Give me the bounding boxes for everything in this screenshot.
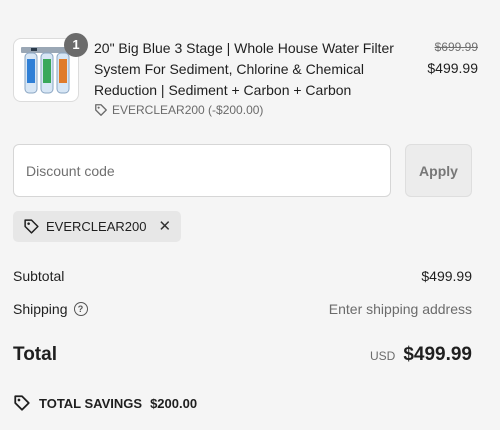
product-discount-line: EVERCLEAR200 (-$200.00) bbox=[94, 103, 263, 117]
apply-button[interactable]: Apply bbox=[405, 144, 472, 197]
applied-discount-code: EVERCLEAR200 bbox=[46, 219, 147, 234]
shipping-row: Shipping ? Enter shipping address bbox=[13, 301, 472, 317]
currency-code: USD bbox=[369, 349, 396, 363]
product-discount-text: EVERCLEAR200 (-$200.00) bbox=[112, 103, 264, 117]
total-savings: TOTAL SAVINGS $200.00 bbox=[13, 394, 197, 412]
line-price: $499.99 bbox=[427, 60, 478, 76]
shipping-label: Shipping bbox=[13, 301, 68, 317]
total-amount: $499.99 bbox=[403, 344, 472, 365]
subtotal-row: Subtotal $499.99 bbox=[13, 268, 472, 284]
discount-form: Apply bbox=[13, 144, 472, 197]
quantity-badge: 1 bbox=[64, 33, 88, 57]
help-icon[interactable]: ? bbox=[73, 302, 88, 316]
subtotal-label: Subtotal bbox=[13, 268, 65, 284]
subtotal-value: $499.99 bbox=[421, 268, 472, 284]
savings-label: TOTAL SAVINGS bbox=[39, 395, 143, 411]
total-value-group: USD $499.99 bbox=[370, 344, 472, 366]
tag-icon bbox=[14, 395, 30, 411]
tag-icon bbox=[95, 104, 107, 116]
tag-icon bbox=[24, 219, 39, 234]
total-row: Total USD $499.99 bbox=[13, 344, 472, 366]
discount-code-input[interactable] bbox=[13, 144, 391, 197]
cart-line-item: 1 20" Big Blue 3 Stage | Whole House Wat… bbox=[13, 32, 478, 122]
product-title: 20" Big Blue 3 Stage | Whole House Water… bbox=[94, 40, 394, 98]
remove-discount-icon[interactable]: ✕ bbox=[158, 219, 171, 234]
savings-value: $200.00 bbox=[150, 395, 198, 411]
original-price: $699.99 bbox=[434, 40, 478, 54]
shipping-label-group: Shipping ? bbox=[13, 301, 88, 317]
applied-discount-tag: EVERCLEAR200 ✕ bbox=[13, 211, 182, 242]
total-label: Total bbox=[13, 344, 57, 365]
shipping-value: Enter shipping address bbox=[328, 301, 472, 317]
product-thumbnail[interactable]: 1 bbox=[13, 33, 88, 102]
